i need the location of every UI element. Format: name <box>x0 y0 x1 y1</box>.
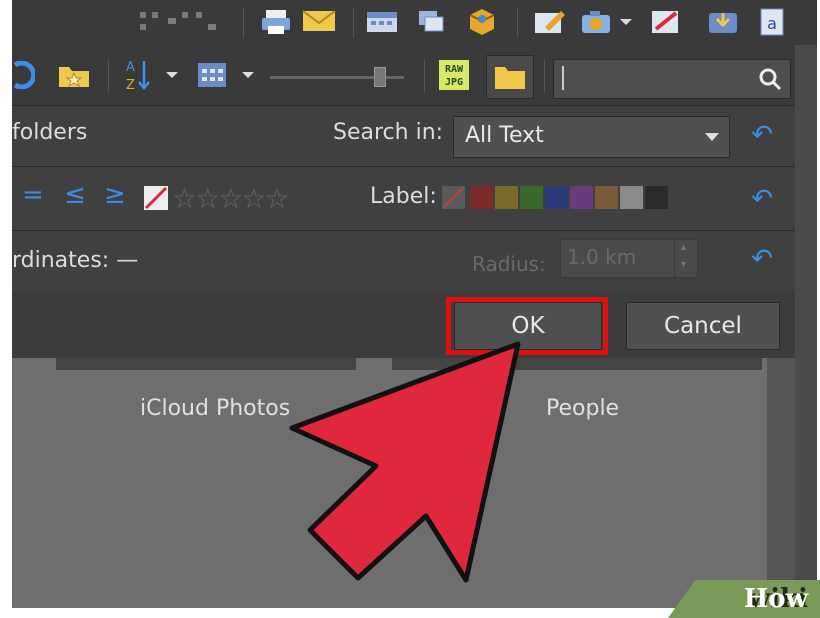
app-window: a AZ RAW JPG folders Search in: All Text… <box>12 0 817 608</box>
top-toolbar: a <box>12 0 817 45</box>
chevron-down-icon[interactable] <box>164 65 180 85</box>
search-in-label: Search in: <box>333 120 444 145</box>
label-color-swatch[interactable] <box>645 186 668 209</box>
refresh-icon[interactable] <box>12 59 36 91</box>
sort-icon[interactable]: AZ <box>120 57 152 93</box>
radius-stepper[interactable]: ▴ ▾ <box>674 240 697 277</box>
layers-icon[interactable] <box>414 6 450 36</box>
coordinates-label: rdinates: — <box>12 248 139 273</box>
no-rating-icon[interactable] <box>144 186 168 210</box>
people-item[interactable]: People <box>546 396 619 421</box>
chevron-down-icon[interactable] <box>240 65 256 85</box>
watermark-how: How <box>743 584 808 614</box>
rating-label-row: = ≤ ≥ ☆☆☆☆☆ Label: ↶ <box>12 166 795 231</box>
search-input[interactable] <box>562 66 564 90</box>
grid-icon[interactable] <box>138 8 228 38</box>
calendar-icon[interactable] <box>364 6 400 36</box>
reset-search-in-icon[interactable]: ↶ <box>747 120 777 150</box>
reset-radius-icon[interactable]: ↶ <box>747 244 777 274</box>
search-box[interactable] <box>553 59 791 99</box>
raw-jpg-icon[interactable]: RAW JPG <box>437 58 471 92</box>
pointer-arrow-icon <box>289 341 521 583</box>
search-in-value: All Text <box>465 123 544 148</box>
radius-label: Radius: <box>472 252 546 276</box>
camera-icon[interactable] <box>580 6 616 38</box>
equal-button[interactable]: = <box>22 180 44 210</box>
sort-top-letter: A <box>126 60 135 75</box>
folder-icon[interactable] <box>486 55 534 99</box>
greater-equal-button[interactable]: ≥ <box>104 180 126 210</box>
chevron-down-icon[interactable]: ▾ <box>681 259 686 270</box>
chevron-up-icon[interactable]: ▴ <box>681 242 686 253</box>
thumbnail-size-slider[interactable] <box>270 67 404 87</box>
chevron-down-icon[interactable] <box>618 12 634 32</box>
star-rating[interactable]: ☆☆☆☆☆ <box>172 182 290 215</box>
cancel-button[interactable]: Cancel <box>626 302 780 350</box>
raw-label: RAW <box>445 64 464 75</box>
vertical-scrollbar[interactable] <box>795 45 817 608</box>
search-in-dropdown[interactable]: All Text <box>453 116 730 158</box>
print-icon[interactable] <box>258 6 294 38</box>
box-icon[interactable] <box>464 6 500 38</box>
label-color-swatch[interactable] <box>620 186 643 209</box>
reset-label-icon[interactable]: ↶ <box>747 184 777 214</box>
download-icon[interactable] <box>705 6 741 38</box>
screenshot-frame: a AZ RAW JPG folders Search in: All Text… <box>0 0 820 618</box>
chevron-down-icon <box>705 133 719 141</box>
jpg-label: JPG <box>445 77 463 88</box>
folder-star-icon[interactable] <box>56 59 92 91</box>
secondary-toolbar: AZ RAW JPG <box>12 45 817 106</box>
view-icon[interactable] <box>194 59 230 91</box>
label-color-swatch[interactable] <box>570 186 593 209</box>
folders-label: folders <box>12 120 88 145</box>
label-color-swatch[interactable] <box>495 186 518 209</box>
radius-value: 1.0 km <box>567 245 637 269</box>
no-label-icon[interactable] <box>442 186 465 209</box>
right-edge-column <box>767 358 795 608</box>
search-in-row: folders Search in: All Text ↶ <box>12 106 795 167</box>
coordinates-row: rdinates: — Radius: 1.0 km ▴ ▾ ↶ <box>12 230 795 292</box>
label-color-swatch[interactable] <box>595 186 618 209</box>
svg-text:a: a <box>767 14 777 33</box>
doc-icon[interactable]: a <box>754 6 790 38</box>
sort-bottom-letter: Z <box>126 78 135 93</box>
edit-icon[interactable] <box>532 6 568 38</box>
label-color-swatch[interactable] <box>545 186 568 209</box>
slider-thumb[interactable] <box>374 67 386 87</box>
label-label: Label: <box>370 184 437 209</box>
crop-icon[interactable] <box>648 6 684 38</box>
mail-icon[interactable] <box>301 6 337 36</box>
label-color-swatch[interactable] <box>520 186 543 209</box>
less-equal-button[interactable]: ≤ <box>64 180 86 210</box>
label-color-swatch[interactable] <box>470 186 493 209</box>
search-icon[interactable] <box>756 65 784 93</box>
radius-field[interactable]: 1.0 km ▴ ▾ <box>560 239 698 278</box>
